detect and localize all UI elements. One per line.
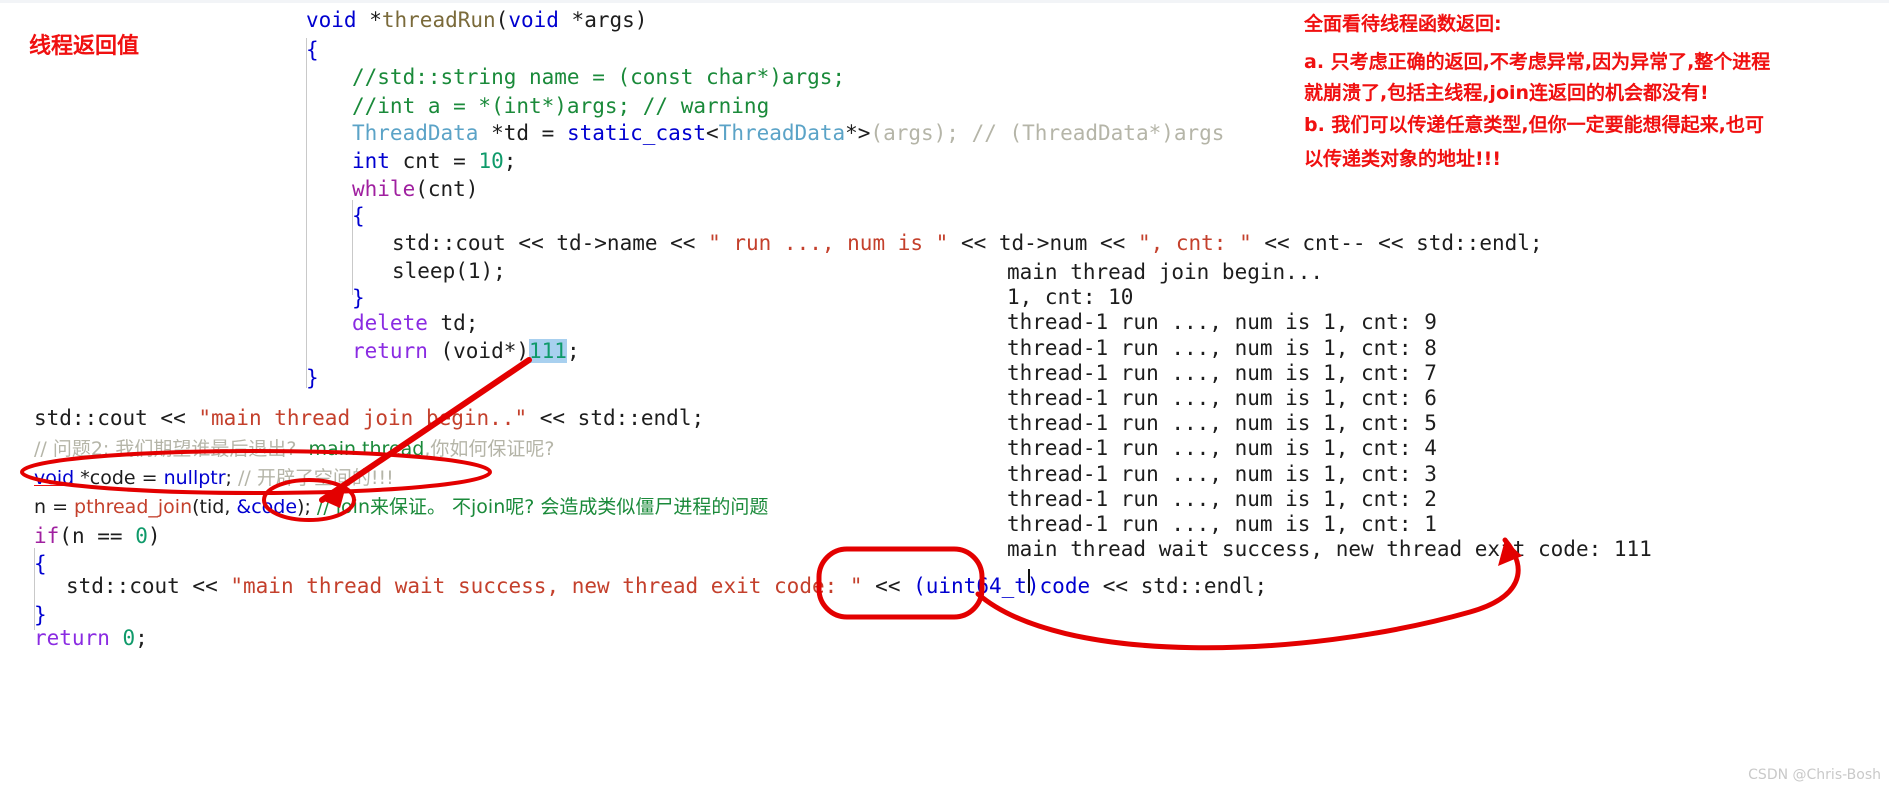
string-join-begin: "main thread join begin.." bbox=[198, 406, 528, 430]
code-line-return-0: return 0; bbox=[34, 626, 148, 650]
keyword-if: if bbox=[34, 524, 60, 548]
code-line-void-code-nullptr: void *code = nullptr; // 开辟了空间的!!! bbox=[34, 467, 394, 489]
code-line-pthread-join: n = pthread_join(tid, &code); // join来保证… bbox=[34, 496, 769, 518]
code-line-function-signature: void *threadRun(void *args) bbox=[306, 8, 648, 32]
terminal-line: main thread join begin... bbox=[1007, 260, 1324, 284]
red-note-line-a2: 就崩溃了,包括主线程,join连返回的机会都没有! bbox=[1304, 82, 1709, 104]
keyword-delete: delete bbox=[352, 311, 428, 335]
keyword-int: int bbox=[352, 149, 390, 173]
top-divider bbox=[0, 0, 1889, 3]
code-line-cout-join-begin: std::cout << "main thread join begin.." … bbox=[34, 406, 705, 430]
code-line-sleep: sleep(1); bbox=[392, 259, 506, 283]
code-line-static-cast: ThreadData *td = static_cast<ThreadData*… bbox=[352, 121, 1225, 145]
keyword-return: return bbox=[352, 339, 428, 363]
code-line-cout-run: std::cout << td->name << " run ..., num … bbox=[392, 231, 1543, 255]
argument-ampersand-code: &code bbox=[236, 496, 298, 518]
code-line-while-open-brace: { bbox=[352, 204, 365, 228]
terminal-line: thread-1 run ..., num is 1, cnt: 6 bbox=[1007, 386, 1437, 410]
terminal-line: thread-1 run ..., num is 1, cnt: 7 bbox=[1007, 360, 1437, 385]
code-line-comment-int-a: //int a = *(int*)args; // warning bbox=[352, 94, 770, 118]
string-wait-success: "main thread wait success, new thread ex… bbox=[230, 574, 863, 598]
function-pthread-join: pthread_join bbox=[74, 496, 193, 518]
code-line-comment-string-name: //std::string name = (const char*)args; bbox=[352, 65, 846, 89]
keyword-static-cast: static_cast bbox=[566, 121, 707, 145]
section-title-thread-return-value: 线程返回值 bbox=[29, 34, 140, 59]
code-line-comment-question2: // 问题2: 我们期望谁最后退出? main thread,你如何保证呢? bbox=[34, 438, 555, 460]
keyword-void-underlined: void bbox=[34, 467, 75, 489]
keyword-while: while bbox=[352, 177, 416, 201]
terminal-line: thread-1 run ..., num is 1, cnt: 9 bbox=[1007, 310, 1437, 335]
selected-value-111[interactable]: 111 bbox=[529, 339, 567, 363]
terminal-line: thread-1 run ..., num is 1, cnt: 8 bbox=[1007, 335, 1437, 360]
string-cnt: ", cnt: " bbox=[1137, 231, 1252, 255]
keyword-return-main: return bbox=[34, 626, 110, 650]
text-cursor bbox=[1028, 569, 1030, 593]
red-note-line-b1: b. 我们可以传递任意类型,但你一定要能想得起来,也可 bbox=[1304, 114, 1764, 136]
red-note-line-a1: a. 只考虑正确的返回,不考虑异常,因为异常了,整个进程 bbox=[1304, 51, 1771, 73]
keyword-void: void bbox=[306, 8, 357, 32]
red-note-line-b2: 以传递类对象的地址!!! bbox=[1304, 148, 1501, 170]
keyword-nullptr: nullptr bbox=[163, 467, 226, 489]
code-line-return-111: return (void*)111; bbox=[352, 339, 580, 363]
terminal-line: thread-1 run ..., num is 1, cnt: 1 bbox=[1007, 512, 1437, 536]
red-note-heading: 全面看待线程函数返回: bbox=[1304, 13, 1502, 35]
indent-guide-outer bbox=[306, 38, 307, 388]
watermark-csdn: CSDN @Chris-Bosh bbox=[1748, 767, 1881, 783]
type-threaddata: ThreadData bbox=[352, 121, 479, 145]
terminal-line: thread-1 run ..., num is 1, cnt: 5 bbox=[1007, 411, 1437, 436]
terminal-line: 1, cnt: 10 bbox=[1007, 285, 1134, 310]
terminal-line: thread-1 run ..., num is 1, cnt: 4 bbox=[1007, 436, 1437, 461]
code-line-cout-exit-code: std::cout << "main thread wait success, … bbox=[66, 574, 1268, 598]
terminal-line: thread-1 run ..., num is 1, cnt: 2 bbox=[1007, 486, 1437, 511]
terminal-line: main thread wait success, new thread exi… bbox=[1007, 537, 1652, 562]
function-name-threadrun: threadRun bbox=[381, 8, 496, 32]
terminal-line: thread-1 run ..., num is 1, cnt: 3 bbox=[1007, 461, 1437, 486]
code-line-while: while(cnt) bbox=[352, 177, 479, 201]
string-run-num: " run ..., num is " bbox=[708, 231, 949, 255]
code-line-delete-td: delete td; bbox=[352, 311, 479, 335]
code-line-open-brace: { bbox=[306, 38, 319, 62]
code-line-if-n-eq-0: if(n == 0) bbox=[34, 524, 161, 548]
code-line-int-cnt: int cnt = 10; bbox=[352, 149, 517, 173]
code-line-function-close-brace: } bbox=[306, 366, 319, 390]
screenshot-canvas: 线程返回值 void *threadRun(void *args) { //st… bbox=[0, 0, 1889, 787]
cast-uint64-code: (uint64_t)code bbox=[913, 574, 1091, 598]
code-line-if-open-brace: { bbox=[34, 552, 47, 576]
